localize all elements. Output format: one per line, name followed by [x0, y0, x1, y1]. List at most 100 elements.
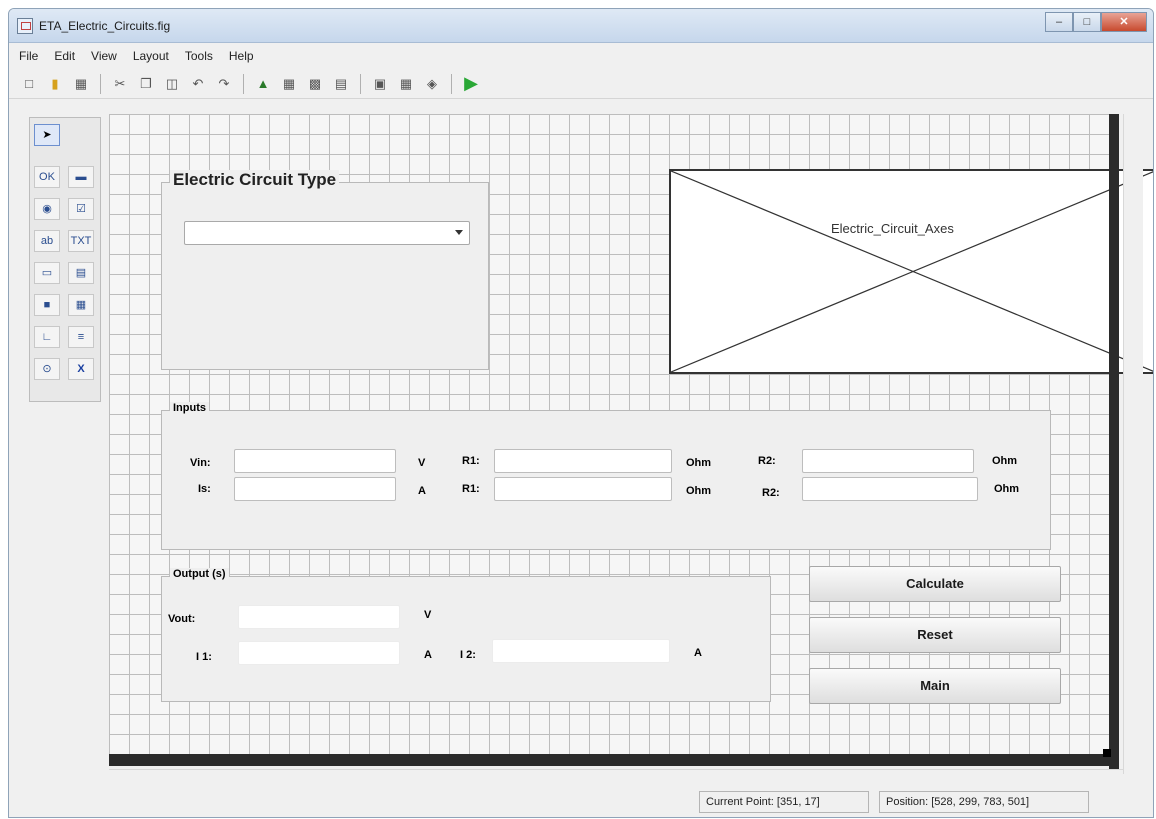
- menu-layout[interactable]: Layout: [131, 49, 171, 63]
- is-input[interactable]: [234, 477, 396, 501]
- redo-icon[interactable]: ↷: [214, 74, 234, 94]
- checkbox-icon[interactable]: ☑: [68, 198, 94, 220]
- circuit-type-title: Electric Circuit Type: [170, 170, 340, 190]
- current-point-readout: Current Point: [351, 17]: [699, 791, 869, 813]
- toolbar-divider: [100, 73, 101, 94]
- vout-field: [238, 605, 400, 629]
- maximize-button[interactable]: □: [1073, 12, 1101, 32]
- r1-input-row2[interactable]: [494, 477, 672, 501]
- vin-label: Vin:: [190, 457, 211, 469]
- r2-label-row2: R2:: [762, 487, 780, 499]
- inputs-title: Inputs: [170, 402, 209, 414]
- status-bar: Current Point: [351, 17] Position: [528,…: [9, 787, 1153, 815]
- table-icon[interactable]: ▦: [68, 294, 94, 316]
- electric-circuit-axes[interactable]: Electric_Circuit_Axes: [669, 169, 1153, 374]
- panel-icon[interactable]: ≡: [68, 326, 94, 348]
- i1-field: [238, 641, 400, 665]
- output-title: Output (s): [170, 568, 229, 580]
- canvas-resize-handle[interactable]: [1103, 749, 1111, 757]
- mfile-icon[interactable]: ▣: [370, 74, 390, 94]
- menu-help[interactable]: Help: [227, 49, 256, 63]
- i1-label: I 1:: [196, 651, 212, 663]
- r1-label-row1: R1:: [462, 455, 480, 467]
- cut-icon[interactable]: ✂: [110, 74, 130, 94]
- component-palette: ➤ OK ▬ ◉ ☑ ab TXT ▭ ▤ ■ ▦ ∟ ≡ ⊙ X: [29, 117, 101, 402]
- menu-edit[interactable]: Edit: [52, 49, 77, 63]
- object-browser-icon[interactable]: ◈: [422, 74, 442, 94]
- main-button[interactable]: Main: [809, 668, 1061, 704]
- vertical-scrollbar[interactable]: [1123, 114, 1143, 774]
- is-unit: A: [418, 485, 426, 497]
- position-readout: Position: [528, 299, 783, 501]: [879, 791, 1089, 813]
- push-button-icon[interactable]: OK: [34, 166, 60, 188]
- run-icon[interactable]: ▶: [461, 73, 481, 94]
- i1-unit: A: [424, 649, 432, 661]
- guide-window: ETA_Electric_Circuits.fig – □ ✕ File Edi…: [8, 8, 1154, 818]
- close-button[interactable]: ✕: [1101, 12, 1147, 32]
- r2-unit-row1: Ohm: [992, 455, 1018, 467]
- r1-unit-row2: Ohm: [686, 485, 712, 497]
- inspector-icon[interactable]: ▦: [396, 74, 416, 94]
- save-icon[interactable]: ▦: [71, 74, 91, 94]
- radio-button-icon[interactable]: ◉: [34, 198, 60, 220]
- axes-icon[interactable]: ∟: [34, 326, 60, 348]
- undo-icon[interactable]: ↶: [188, 74, 208, 94]
- i2-label: I 2:: [460, 649, 476, 661]
- toolbar-divider: [243, 73, 244, 94]
- title-bar: ETA_Electric_Circuits.fig – □ ✕: [9, 9, 1153, 43]
- r1-label-row2: R1:: [462, 483, 480, 495]
- calculate-button[interactable]: Calculate: [809, 566, 1061, 602]
- toolbar-divider: [451, 73, 452, 94]
- i2-field: [492, 639, 670, 663]
- open-folder-icon[interactable]: ▮: [45, 74, 65, 94]
- paste-icon[interactable]: ◫: [162, 74, 182, 94]
- vout-label: Vout:: [168, 613, 196, 625]
- toolbar-divider: [360, 73, 361, 94]
- circuit-type-panel[interactable]: Electric Circuit Type: [161, 170, 489, 370]
- activex-icon[interactable]: X: [68, 358, 94, 380]
- copy-icon[interactable]: ❐: [136, 74, 156, 94]
- output-panel[interactable]: Output (s) Vout: V I 1: A I 2: A: [161, 568, 771, 702]
- editor-icon[interactable]: ▦: [279, 74, 299, 94]
- r2-input-row2[interactable]: [802, 477, 978, 501]
- chevron-down-icon: [455, 230, 463, 235]
- listbox-icon[interactable]: ▤: [68, 262, 94, 284]
- vin-unit: V: [418, 457, 426, 469]
- toggle-button-icon[interactable]: ■: [34, 294, 60, 316]
- canvas-border-bottom: [109, 754, 1119, 766]
- minimize-button[interactable]: –: [1045, 12, 1073, 32]
- menu-editor-icon[interactable]: ▤: [331, 74, 351, 94]
- circuit-type-popup[interactable]: [184, 221, 470, 245]
- menu-file[interactable]: File: [17, 49, 40, 63]
- align-icon[interactable]: ▲: [253, 74, 273, 94]
- vin-input[interactable]: [234, 449, 396, 473]
- inputs-panel[interactable]: Inputs Vin: V R1: Ohm R2: Ohm Is: A R1: …: [161, 402, 1051, 550]
- window-title: ETA_Electric_Circuits.fig: [39, 19, 171, 33]
- reset-button[interactable]: Reset: [809, 617, 1061, 653]
- window-controls: – □ ✕: [1045, 12, 1147, 32]
- button-group-icon[interactable]: ⊙: [34, 358, 60, 380]
- canvas-border-right: [1109, 114, 1119, 769]
- horizontal-scrollbar[interactable]: [109, 769, 1123, 787]
- layout-canvas[interactable]: Electric Circuit Type Electric_Circuit_A…: [109, 114, 1153, 759]
- r1-input-row1[interactable]: [494, 449, 672, 473]
- vout-unit: V: [424, 609, 432, 621]
- menu-view[interactable]: View: [89, 49, 119, 63]
- tab-order-icon[interactable]: ▩: [305, 74, 325, 94]
- axes-tag-label: Electric_Circuit_Axes: [831, 221, 954, 236]
- static-text-icon[interactable]: TXT: [68, 230, 94, 252]
- axes-placeholder-cross: [671, 171, 1153, 372]
- i2-unit: A: [694, 647, 702, 659]
- figure-icon: [17, 18, 33, 34]
- popup-menu-icon[interactable]: ▭: [34, 262, 60, 284]
- select-arrow-icon[interactable]: ➤: [34, 124, 60, 146]
- r2-unit-row2: Ohm: [994, 483, 1020, 495]
- menu-tools[interactable]: Tools: [183, 49, 215, 63]
- slider-icon[interactable]: ▬: [68, 166, 94, 188]
- r2-input-row1[interactable]: [802, 449, 974, 473]
- is-label: Is:: [198, 483, 211, 495]
- new-file-icon[interactable]: □: [19, 74, 39, 94]
- r2-label-row1: R2:: [758, 455, 776, 467]
- edit-text-icon[interactable]: ab: [34, 230, 60, 252]
- r1-unit-row1: Ohm: [686, 457, 712, 469]
